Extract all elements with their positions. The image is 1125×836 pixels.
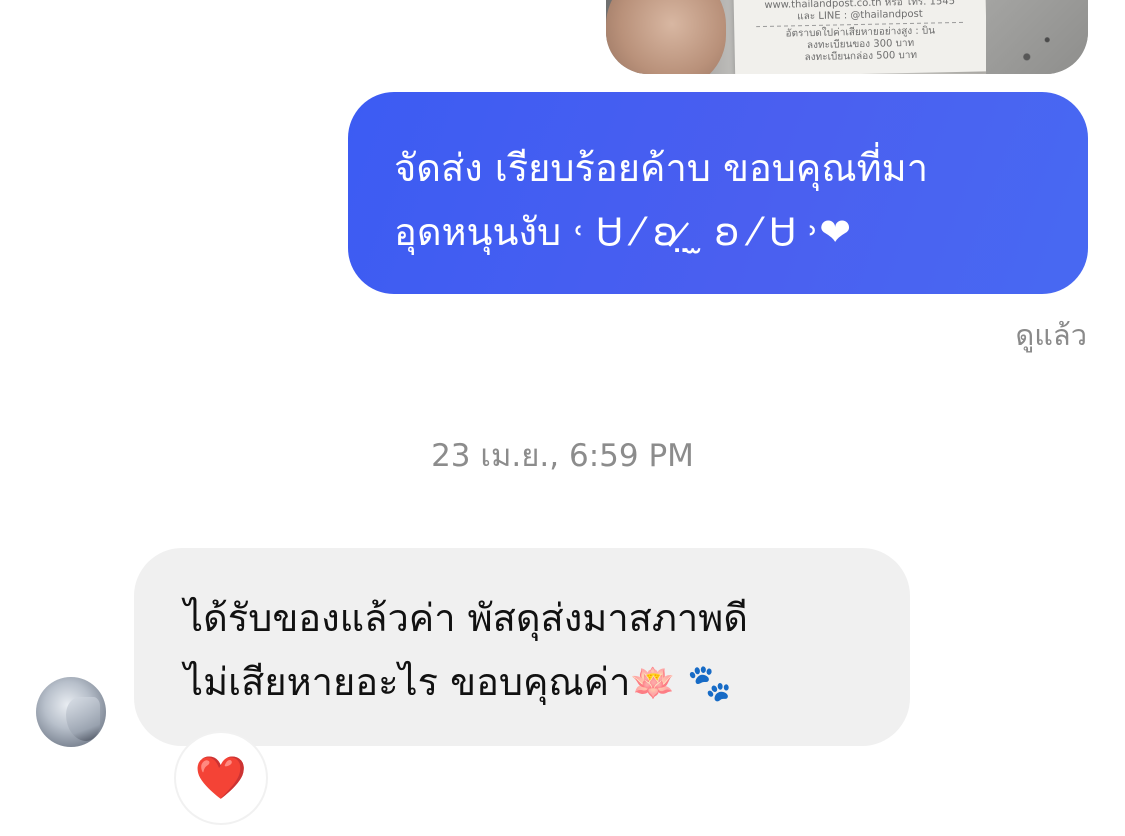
sent-message-line: อุดหนุนงับ ˓ Ꮜ ⁄ ʚ ̷̤ ̫ ʚ ⁄ Ꮜ ˒❤ — [394, 200, 1048, 264]
timestamp-text: 23 เม.ย., 6:59 PM — [431, 438, 694, 474]
photo-background — [986, 0, 1088, 74]
photo-message[interactable]: www.thailandpost.co.th หรือ โทร. 1545 แล… — [606, 0, 1088, 74]
sent-message-text: อุดหนุนงับ ˓ Ꮜ ⁄ ʚ ̷̤ ̫ ʚ ⁄ Ꮜ ˒ — [394, 210, 820, 254]
avatar[interactable] — [36, 677, 106, 747]
paw-prints-icon: 🐾 — [687, 663, 733, 704]
lotus-icon: 🪷 — [630, 663, 676, 704]
photo-hand — [606, 0, 726, 74]
received-message-line: ได้รับของแล้วค่า พัสดุส่งมาสภาพดี — [184, 596, 748, 640]
heart-reaction[interactable]: ❤️ — [176, 733, 266, 823]
received-message-bubble[interactable]: ได้รับของแล้วค่า พัสดุส่งมาสภาพดี ไม่เสี… — [134, 548, 910, 746]
sent-message-bubble[interactable]: จัดส่ง เรียบร้อยค้าบ ขอบคุณที่มา อุดหนุน… — [348, 92, 1088, 294]
heart-icon: ❤ — [819, 210, 852, 254]
received-message-text: ไม่เสียหายอะไร ขอบคุณค่า — [184, 660, 631, 704]
message-timestamp: 23 เม.ย., 6:59 PM — [0, 430, 1125, 480]
seen-status: ดูแล้ว — [1015, 318, 1087, 352]
sent-message-line: จัดส่ง เรียบร้อยค้าบ ขอบคุณที่มา — [394, 146, 929, 190]
chat-screen: www.thailandpost.co.th หรือ โทร. 1545 แล… — [0, 0, 1125, 836]
red-heart-icon: ❤️ — [194, 753, 248, 802]
receipt-image: www.thailandpost.co.th หรือ โทร. 1545 แล… — [732, 0, 988, 74]
received-message-line: ไม่เสียหายอะไร ขอบคุณค่า🪷 🐾 — [184, 650, 880, 716]
